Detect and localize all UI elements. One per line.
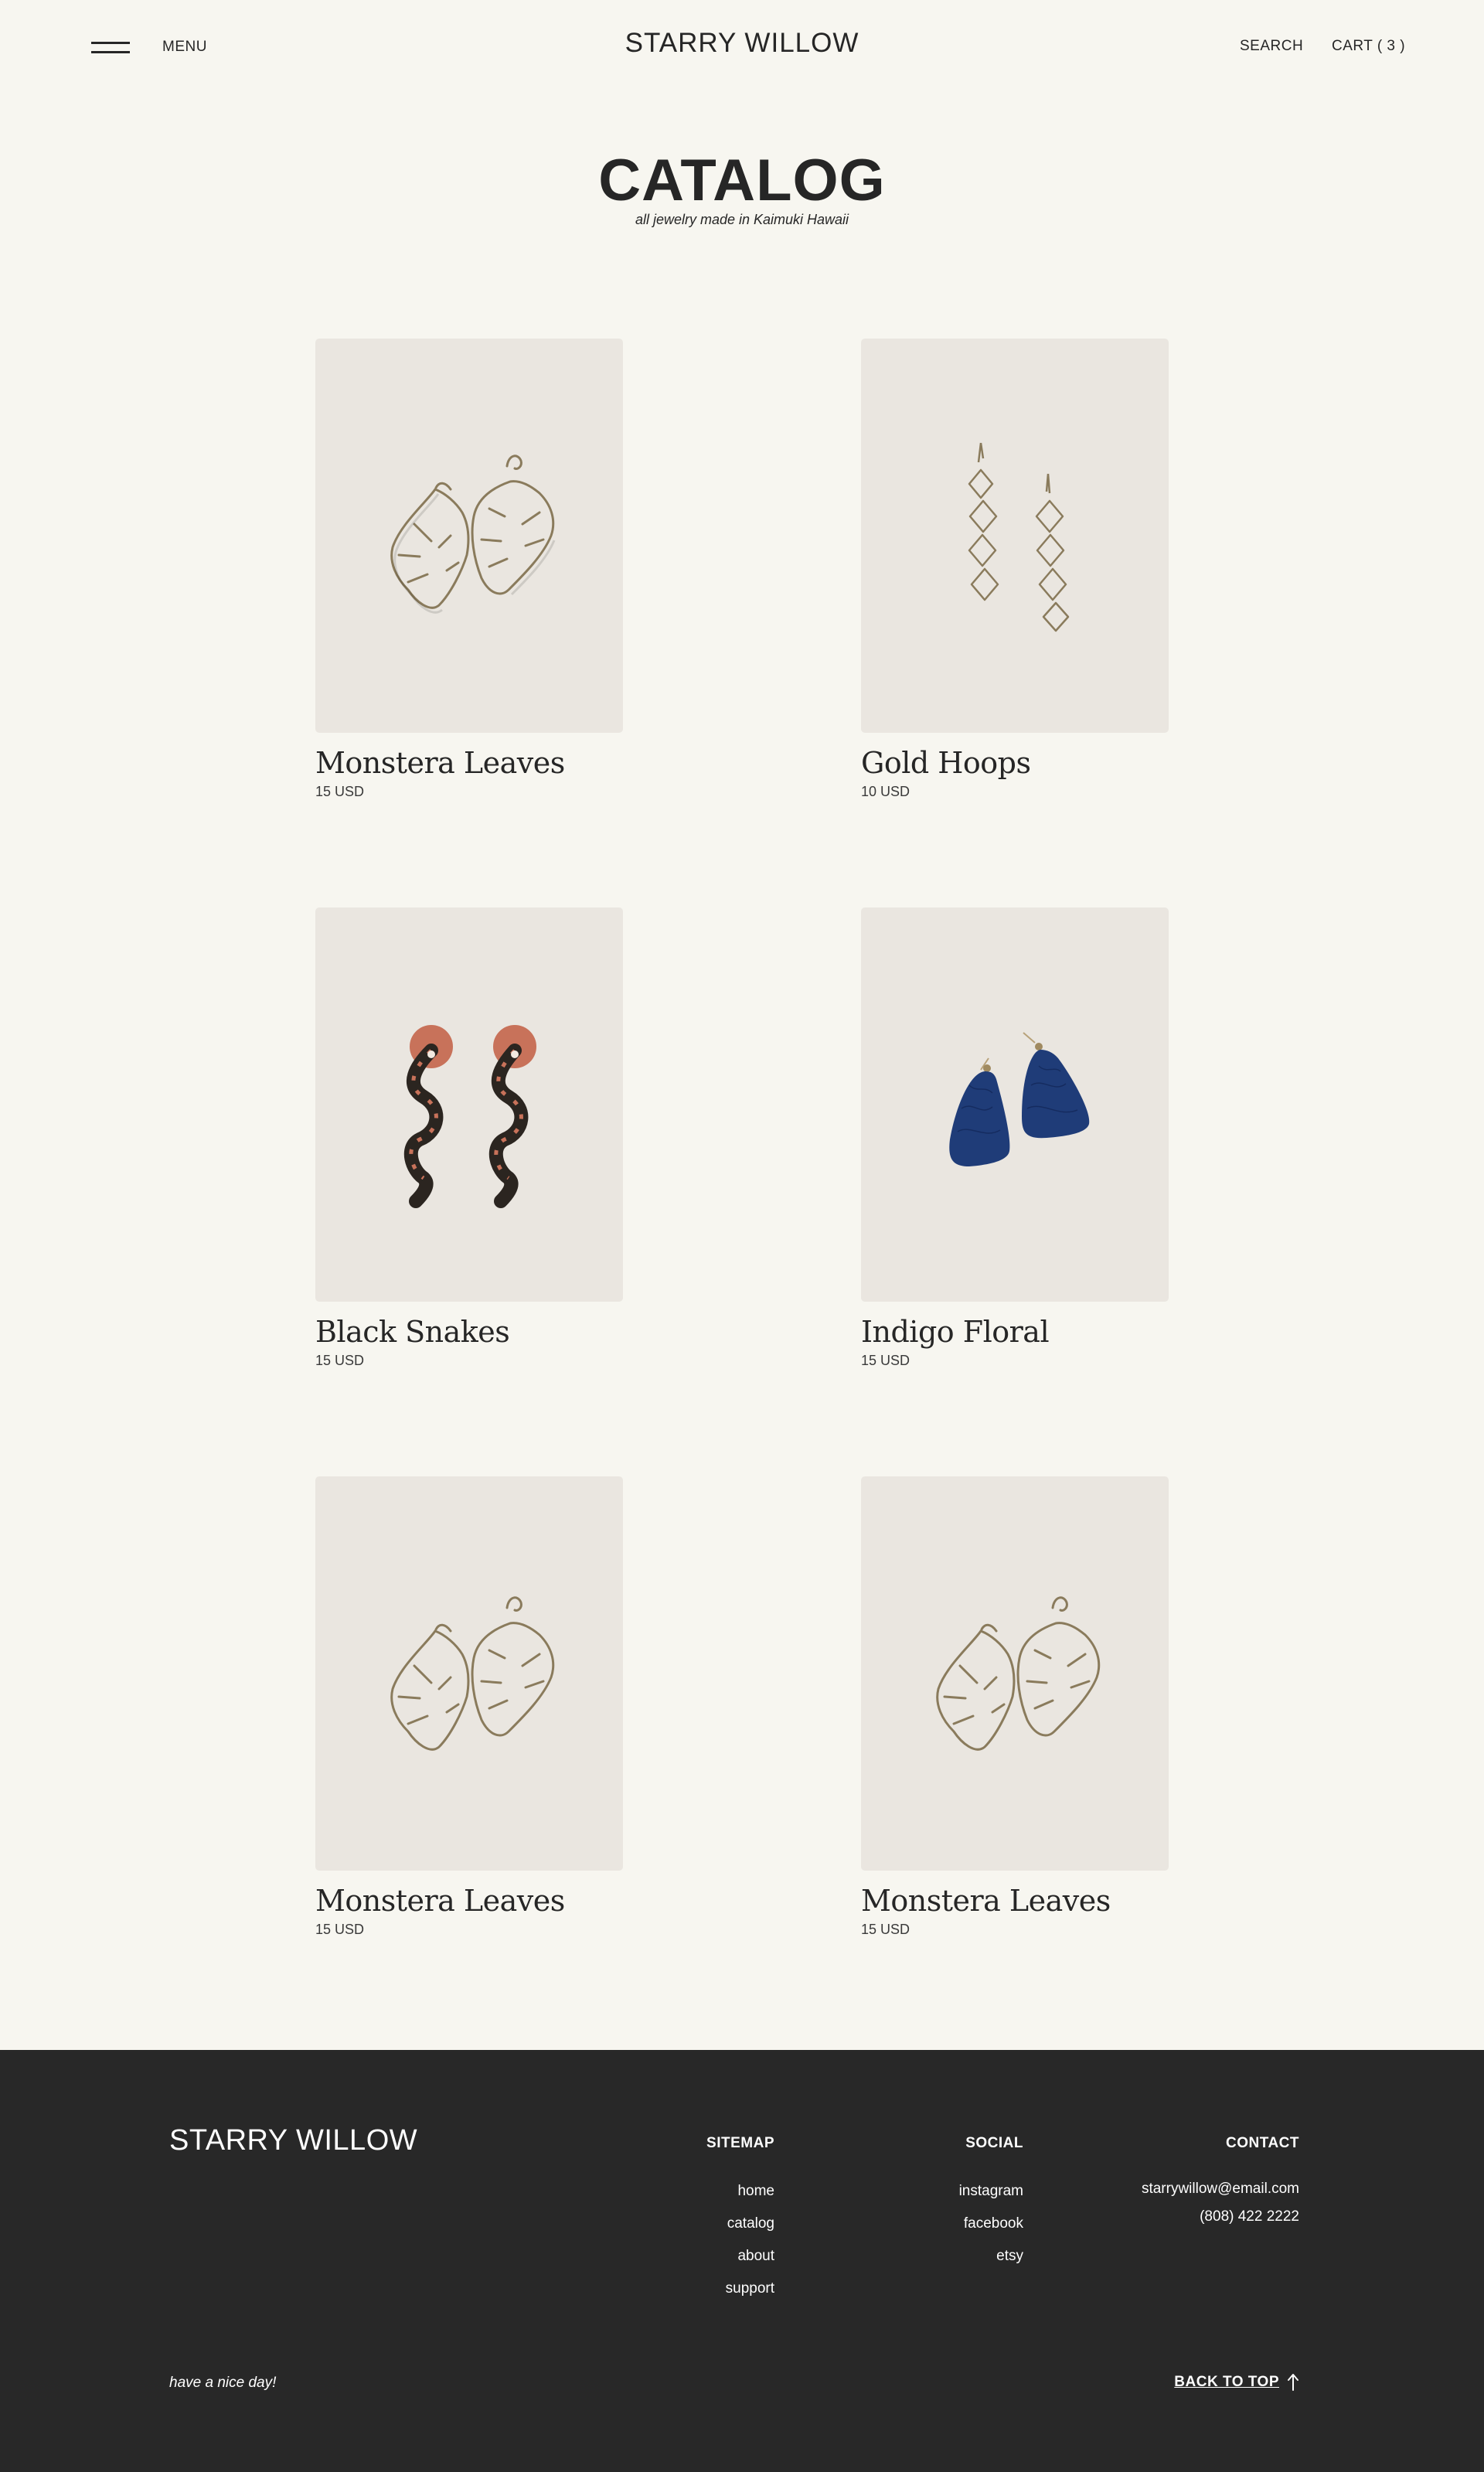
footer-link-about[interactable]: about: [706, 2240, 774, 2273]
cart-link[interactable]: CART ( 3 ): [1332, 38, 1405, 55]
product-image[interactable]: [861, 907, 1169, 1302]
product-price: 15 USD: [315, 1922, 365, 1937]
product-image[interactable]: [315, 907, 623, 1302]
product-image[interactable]: [861, 339, 1169, 733]
footer-link-etsy[interactable]: etsy: [959, 2240, 1023, 2273]
indigo-floral-earrings-image: [949, 1032, 1090, 1166]
contact-email[interactable]: starrywillow@email.com: [1142, 2175, 1299, 2203]
monstera-earrings-image: [390, 455, 556, 614]
product-price: 15 USD: [861, 1353, 910, 1368]
product-name[interactable]: Gold Hoops: [861, 744, 1169, 782]
page-title: CATALOG: [598, 148, 886, 213]
arrow-up-icon[interactable]: [1287, 2373, 1299, 2392]
contact-phone[interactable]: (808) 422 2222: [1142, 2203, 1299, 2231]
sitemap-heading: SITEMAP: [706, 2135, 774, 2151]
back-to-top-label[interactable]: BACK TO TOP: [1174, 2374, 1279, 2391]
footer-contact: CONTACT starrywillow@email.com (808) 422…: [1142, 2135, 1299, 2231]
product-price: 15 USD: [861, 1922, 910, 1937]
product-card[interactable]: Monstera Leaves 15 USD: [315, 339, 623, 800]
product-card[interactable]: Monstera Leaves 15 USD: [861, 1476, 1169, 1938]
product-name[interactable]: Monstera Leaves: [861, 1881, 1169, 1920]
page-subtitle: all jewelry made in Kaimuki Hawaii: [635, 212, 849, 227]
product-name[interactable]: Monstera Leaves: [315, 1881, 623, 1920]
product-card[interactable]: Monstera Leaves 15 USD: [315, 1476, 623, 1938]
footer-brand: STARRY WILLOW: [169, 2124, 418, 2157]
search-link[interactable]: SEARCH: [1240, 38, 1303, 55]
product-name[interactable]: Indigo Floral: [861, 1313, 1169, 1351]
site-footer: STARRY WILLOW SITEMAP home catalog about…: [0, 2050, 1484, 2472]
monstera-earrings-image: [936, 1596, 1101, 1751]
footer-link-facebook[interactable]: facebook: [959, 2208, 1023, 2240]
product-price: 10 USD: [861, 784, 910, 799]
contact-heading: CONTACT: [1226, 2135, 1299, 2151]
product-image[interactable]: [861, 1476, 1169, 1871]
footer-link-instagram[interactable]: instagram: [959, 2175, 1023, 2208]
black-snake-earrings-image: [403, 1025, 536, 1208]
footer-sitemap: SITEMAP home catalog about support: [706, 2135, 774, 2305]
footer-link-catalog[interactable]: catalog: [706, 2208, 774, 2240]
footer-tagline: have a nice day!: [169, 2375, 277, 2391]
product-name[interactable]: Black Snakes: [315, 1313, 623, 1351]
footer-social: SOCIAL instagram facebook etsy: [959, 2135, 1023, 2273]
social-heading: SOCIAL: [965, 2135, 1023, 2151]
product-image[interactable]: [315, 339, 623, 733]
product-name[interactable]: Monstera Leaves: [315, 744, 623, 782]
gold-hoops-earrings-image: [968, 442, 1070, 632]
product-image[interactable]: [315, 1476, 623, 1871]
footer-link-support[interactable]: support: [706, 2273, 774, 2305]
brand-link[interactable]: STARRY WILLOW: [625, 28, 859, 58]
product-card[interactable]: Gold Hoops 10 USD: [861, 339, 1169, 800]
monstera-earrings-image: [390, 1596, 555, 1751]
back-to-top-link[interactable]: BACK TO TOP: [1174, 2373, 1299, 2392]
product-card[interactable]: Indigo Floral 15 USD: [861, 907, 1169, 1369]
product-card[interactable]: Black Snakes 15 USD: [315, 907, 623, 1369]
product-price: 15 USD: [315, 1353, 365, 1368]
product-price: 15 USD: [315, 784, 365, 799]
site-header: MENU STARRY WILLOW SEARCH CART ( 3 ): [0, 0, 1484, 93]
footer-link-home[interactable]: home: [706, 2175, 774, 2208]
